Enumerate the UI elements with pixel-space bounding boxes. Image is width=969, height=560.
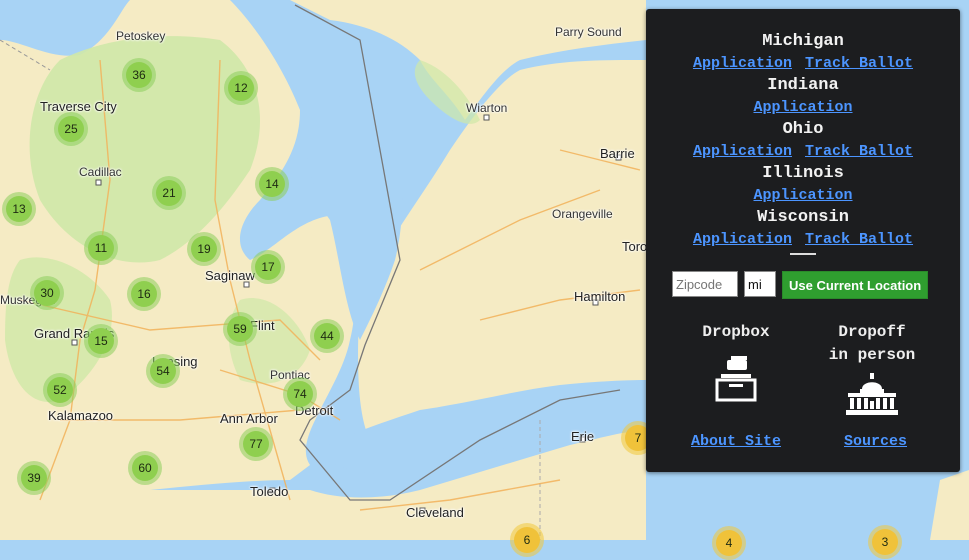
cluster-count: 4 <box>716 530 742 556</box>
cluster-count: 54 <box>150 358 176 384</box>
cluster-marker[interactable]: 59 <box>223 312 257 346</box>
cluster-marker[interactable]: 21 <box>152 176 186 210</box>
zipcode-input[interactable] <box>672 271 738 297</box>
city-label: Wiarton <box>466 101 508 115</box>
ohio-application-link[interactable]: Application <box>693 143 792 160</box>
cluster-marker[interactable]: 44 <box>310 319 344 353</box>
cluster-count: 36 <box>126 62 152 88</box>
city-label: Petoskey <box>116 29 166 43</box>
state-links-illinois: Application <box>646 185 960 207</box>
city-label: Barrie <box>600 146 635 161</box>
city-label: Toronto <box>622 239 646 254</box>
cluster-count: 14 <box>259 171 285 197</box>
cluster-count: 16 <box>131 281 157 307</box>
cluster-marker[interactable]: 60 <box>128 451 162 485</box>
dropoff-in-person-option[interactable]: Dropoff in person <box>816 321 928 423</box>
cluster-marker[interactable]: 13 <box>2 192 36 226</box>
cluster-count: 74 <box>287 381 313 407</box>
cluster-marker[interactable]: 52 <box>43 373 77 407</box>
cluster-marker[interactable]: 3 <box>868 525 902 559</box>
cluster-marker[interactable]: 16 <box>127 277 161 311</box>
cluster-marker[interactable]: 12 <box>224 71 258 105</box>
cluster-marker[interactable]: 77 <box>239 427 273 461</box>
cluster-marker[interactable]: 19 <box>187 232 221 266</box>
cluster-count: 60 <box>132 455 158 481</box>
search-controls: Use Current Location <box>672 271 929 299</box>
cluster-count: 44 <box>314 323 340 349</box>
state-title-indiana: Indiana <box>767 76 839 95</box>
cluster-marker[interactable]: 6 <box>510 523 544 557</box>
city-label: Toledo <box>250 484 289 499</box>
state-links-ohio: Application Track Ballot <box>646 141 960 163</box>
city-label: Erie <box>571 429 595 444</box>
cluster-marker[interactable]: 4 <box>712 526 746 560</box>
cluster-marker[interactable]: 11 <box>84 231 118 265</box>
dropbox-label: Dropbox <box>702 323 770 341</box>
cluster-count: 59 <box>227 316 253 342</box>
cluster-marker[interactable]: 25 <box>54 112 88 146</box>
dropoff-label: Dropoff <box>838 323 906 341</box>
cluster-count: 77 <box>243 431 269 457</box>
city-label: Parry Sound <box>555 25 622 39</box>
dropoff-label-line2: in person <box>828 346 916 364</box>
ballot-box-icon <box>715 356 757 402</box>
cluster-marker[interactable]: 17 <box>251 250 285 284</box>
ohio-track-ballot-link[interactable]: Track Ballot <box>805 143 913 160</box>
city-label: Ann Arbor <box>220 411 278 426</box>
radius-unit-input[interactable] <box>744 271 776 297</box>
cluster-count: 13 <box>6 196 32 222</box>
cluster-marker[interactable]: 14 <box>255 167 289 201</box>
cluster-count: 21 <box>156 180 182 206</box>
divider <box>790 253 816 255</box>
wisconsin-track-ballot-link[interactable]: Track Ballot <box>805 231 913 248</box>
cluster-marker[interactable]: 54 <box>146 354 180 388</box>
sources-link[interactable]: Sources <box>844 433 907 450</box>
city-label: Saginaw <box>205 268 255 283</box>
michigan-application-link[interactable]: Application <box>693 55 792 72</box>
info-panel: Michigan Application Track Ballot Indian… <box>646 9 960 472</box>
capitol-building-icon <box>846 373 898 415</box>
illinois-application-link[interactable]: Application <box>753 187 852 204</box>
indiana-application-link[interactable]: Application <box>753 99 852 116</box>
cluster-count: 19 <box>191 236 217 262</box>
cluster-count: 39 <box>21 465 47 491</box>
dropbox-option[interactable]: Dropbox <box>686 321 786 410</box>
city-label: Cleveland <box>406 505 464 520</box>
cluster-count: 3 <box>872 529 898 555</box>
state-links-michigan: Application Track Ballot <box>646 53 960 75</box>
state-title-michigan: Michigan <box>762 32 844 51</box>
cluster-count: 12 <box>228 75 254 101</box>
cluster-count: 25 <box>58 116 84 142</box>
cluster-count: 11 <box>88 235 114 261</box>
wisconsin-application-link[interactable]: Application <box>693 231 792 248</box>
cluster-marker[interactable]: 15 <box>84 324 118 358</box>
state-title-ohio: Ohio <box>782 120 824 139</box>
cluster-count: 30 <box>34 280 60 306</box>
city-label: Cadillac <box>79 165 122 179</box>
cluster-count: 15 <box>88 328 114 354</box>
state-title-wisconsin: Wisconsin <box>757 208 849 227</box>
cluster-count: 17 <box>255 254 281 280</box>
michigan-track-ballot-link[interactable]: Track Ballot <box>805 55 913 72</box>
cluster-marker[interactable]: 39 <box>17 461 51 495</box>
state-links-indiana: Application <box>646 97 960 119</box>
use-current-location-button[interactable]: Use Current Location <box>782 271 929 299</box>
cluster-count: 52 <box>47 377 73 403</box>
cluster-count: 6 <box>514 527 540 553</box>
state-title-illinois: Illinois <box>762 164 844 183</box>
cluster-marker[interactable]: 74 <box>283 377 317 411</box>
city-label: Hamilton <box>574 289 626 304</box>
city-label: Orangeville <box>552 207 613 221</box>
state-links-wisconsin: Application Track Ballot <box>646 229 960 251</box>
city-label: Traverse City <box>40 99 117 114</box>
cluster-marker[interactable]: 30 <box>30 276 64 310</box>
about-site-link[interactable]: About Site <box>691 433 781 450</box>
city-label: Kalamazoo <box>48 408 114 423</box>
cluster-marker[interactable]: 36 <box>122 58 156 92</box>
